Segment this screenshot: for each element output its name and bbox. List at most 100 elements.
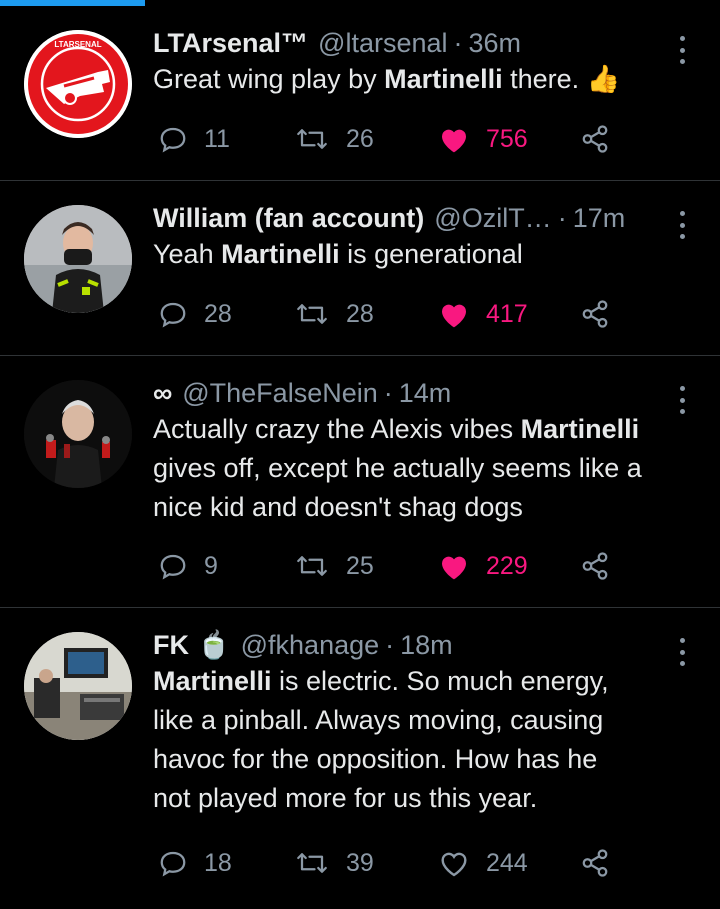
reply-icon [160, 554, 186, 580]
tweet-actions: 11 26 756 [0, 124, 720, 154]
avatar[interactable] [24, 632, 132, 740]
like-button[interactable]: 244 [438, 848, 528, 878]
reply-icon [160, 851, 186, 877]
tweet-text: Martinelli is electric. So much energy, … [153, 662, 700, 818]
tweet-text: Great wing play by Martinelli there. 👍 [153, 60, 700, 99]
avatar[interactable]: LTARSENAL [24, 30, 132, 138]
mention-bold: Martinelli [384, 64, 503, 94]
heart-icon [442, 129, 466, 153]
tweet-header: LTArsenal™ @ltarsenal · 36m [153, 26, 700, 60]
reply-button[interactable]: 11 [158, 124, 230, 154]
tweet-actions: 18 39 244 [0, 848, 720, 878]
tweet-header: William (fan account) @OzilT… · 17m [153, 201, 700, 235]
tweet-actions: 28 28 417 [0, 299, 720, 329]
like-count: 229 [486, 551, 528, 580]
avatar-logo-text: LTARSENAL [54, 40, 101, 49]
text-line: gives off, except he actually seems like… [153, 453, 642, 483]
text-line: Actually crazy the Alexis vibes Martinel… [153, 414, 640, 444]
heart-icon [442, 304, 466, 328]
retweet-icon [297, 556, 327, 576]
reply-button[interactable]: 9 [158, 551, 218, 581]
more-options-icon[interactable] [676, 36, 688, 64]
reply-count: 18 [204, 848, 232, 877]
share-icon [582, 125, 608, 153]
like-count: 756 [486, 124, 528, 153]
text-line: havoc for the opposition. How has he [153, 744, 598, 774]
retweet-count: 28 [346, 299, 374, 328]
share-button[interactable] [580, 124, 610, 154]
text-segment: is generational [339, 239, 523, 269]
mention-bold: Martinelli [221, 239, 340, 269]
handle[interactable]: @TheFalseNein [182, 376, 378, 410]
retweet-button[interactable]: 26 [294, 124, 374, 154]
like-button[interactable]: 417 [438, 299, 528, 329]
tweet[interactable]: William (fan account) @OzilT… · 17m Yeah… [0, 181, 720, 356]
text-segment: Yeah [153, 239, 222, 269]
separator-dot: · [453, 28, 463, 58]
handle[interactable]: @fkhanage [241, 628, 380, 662]
share-icon [582, 300, 608, 328]
retweet-button[interactable]: 39 [294, 848, 374, 878]
timestamp[interactable]: 17m [573, 201, 626, 235]
tweet-actions: 9 25 229 [0, 551, 720, 581]
retweet-button[interactable]: 28 [294, 299, 374, 329]
retweet-icon [297, 129, 327, 149]
share-icon [582, 849, 608, 877]
reply-count: 11 [204, 124, 230, 153]
like-button[interactable]: 756 [438, 124, 528, 154]
share-button[interactable] [580, 848, 610, 878]
avatar[interactable] [24, 380, 132, 488]
reply-count: 28 [204, 299, 232, 328]
tea-emoji-icon: 🍵 [197, 630, 231, 660]
like-count: 244 [486, 848, 528, 877]
text-line: not played more for us this year. [153, 783, 538, 813]
more-options-icon[interactable] [676, 211, 688, 239]
more-options-icon[interactable] [676, 386, 688, 414]
display-name[interactable]: William (fan account) [153, 201, 424, 235]
handle[interactable]: @ltarsenal [318, 26, 447, 60]
tweet[interactable]: ∞ @TheFalseNein · 14m Actually crazy the… [0, 356, 720, 608]
like-button[interactable]: 229 [438, 551, 528, 581]
text-line: Martinelli is electric. So much energy, [153, 666, 609, 696]
tweet[interactable]: FK 🍵 @fkhanage · 18m Martinelli is elect… [0, 608, 720, 902]
handle[interactable]: @OzilT… [434, 201, 551, 235]
ltarsenal-logo-icon: LTARSENAL [24, 30, 132, 138]
tweet-text: Yeah Martinelli is generational [153, 235, 700, 274]
timestamp[interactable]: 14m [399, 376, 452, 410]
retweet-count: 26 [346, 124, 374, 153]
player-photo-icon [24, 205, 132, 313]
display-name[interactable]: ∞ [153, 376, 172, 410]
heart-outline-icon [441, 852, 467, 877]
reply-icon [160, 127, 186, 153]
timestamp[interactable]: 36m [469, 26, 522, 60]
text-segment: Great wing play by [153, 64, 385, 94]
reply-button[interactable]: 18 [158, 848, 232, 878]
like-count: 417 [486, 299, 528, 328]
separator-dot: · [385, 630, 395, 660]
tweet-header: ∞ @TheFalseNein · 14m [153, 376, 700, 410]
timestamp[interactable]: 18m [400, 628, 453, 662]
text-line: like a pinball. Always moving, causing [153, 705, 604, 735]
tweet[interactable]: LTARSENAL LTArsenal™ @ltarsenal · 36m Gr… [0, 6, 720, 181]
display-name[interactable]: FK [153, 628, 189, 662]
tweet-header: FK 🍵 @fkhanage · 18m [153, 628, 700, 662]
retweet-button[interactable]: 25 [294, 551, 374, 581]
reply-button[interactable]: 28 [158, 299, 232, 329]
reply-count: 9 [204, 551, 218, 580]
manager-photo-icon [24, 380, 132, 488]
heart-icon [442, 556, 466, 580]
text-segment: there. 👍 [502, 64, 621, 94]
tweet-text: Actually crazy the Alexis vibes Martinel… [153, 410, 700, 527]
avatar[interactable] [24, 205, 132, 313]
text-line: nice kid and doesn't shag dogs [153, 492, 523, 522]
separator-dot: · [383, 378, 393, 408]
tweet-feed: LTARSENAL LTArsenal™ @ltarsenal · 36m Gr… [0, 6, 720, 902]
share-button[interactable] [580, 551, 610, 581]
display-name[interactable]: LTArsenal™ [153, 26, 308, 60]
retweet-count: 25 [346, 551, 374, 580]
retweet-count: 39 [346, 848, 374, 877]
more-options-icon[interactable] [676, 638, 688, 666]
share-button[interactable] [580, 299, 610, 329]
reply-icon [160, 302, 186, 328]
studio-photo-icon [24, 632, 132, 740]
